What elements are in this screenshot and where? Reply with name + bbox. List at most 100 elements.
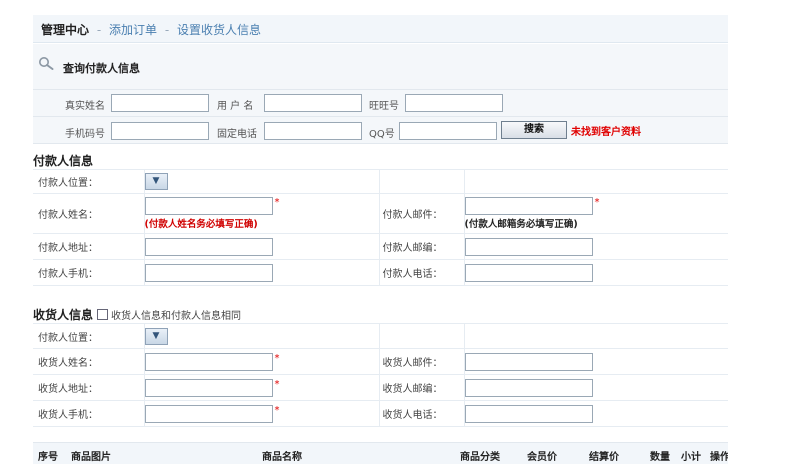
payer-name-input[interactable] (144, 197, 273, 215)
col-index: 序号 (38, 452, 58, 463)
location-select[interactable]: ▼ (144, 173, 168, 190)
receiver-address-input[interactable] (144, 378, 273, 397)
search-button[interactable]: 搜索 (501, 121, 567, 139)
form-row: 收货人姓名： * 收货人邮件： (33, 348, 728, 375)
username-input[interactable] (264, 94, 362, 112)
breadcrumb-separator: - (96, 23, 102, 37)
breadcrumb-home[interactable]: 管理中心 (41, 23, 89, 37)
col-subtotal: 小计 (681, 452, 701, 463)
same-as-payer-checkbox[interactable] (97, 309, 109, 320)
form-cell (379, 169, 465, 194)
receiver-zip-input[interactable] (464, 378, 593, 397)
col-member-price: 会员价 (527, 452, 557, 463)
col-image: 商品图片 (71, 452, 111, 463)
chevron-down-icon: ▼ (152, 176, 160, 186)
payer-phone-cell (464, 259, 728, 286)
chevron-down-icon: ▼ (152, 330, 160, 341)
receiver-zip-cell (464, 374, 728, 401)
search-row-2: 手机码号 固定电话 QQ号 搜索 未找到客户资料 (33, 117, 728, 145)
qq-input[interactable] (399, 122, 497, 140)
payer-mobile-label: 付款人手机： (33, 259, 145, 286)
form-row: 收货人手机： * 收货人电话： (33, 400, 728, 427)
form-cell (464, 169, 728, 194)
required-mark: * (594, 197, 600, 208)
search-row-1: 真实姓名 用 户 名 旺旺号 (33, 89, 728, 117)
breadcrumb-add-order[interactable]: 添加订单 (109, 23, 157, 37)
receiver-phone-cell (464, 400, 728, 427)
receiver-name-cell: * (144, 348, 380, 375)
mobile-input[interactable] (111, 122, 209, 140)
required-mark: * (274, 352, 280, 364)
payer-zip-label: 付款人邮编： (379, 233, 465, 260)
payer-address-cell (144, 233, 380, 260)
col-quantity: 数量 (650, 452, 670, 463)
payer-phone-input[interactable] (464, 263, 593, 282)
same-as-payer-label[interactable]: 收货人信息和付款人信息相同 (111, 311, 241, 322)
payer-mobile-cell (144, 259, 380, 286)
form-row: 付款人位置： ▼ (33, 323, 728, 349)
receiver-phone-label: 收货人电话： (379, 400, 465, 427)
product-table-header: 序号 商品图片 商品名称 商品分类 会员价 结算价 数量 小计 操作 (33, 442, 728, 464)
payer-address-label: 付款人地址： (33, 233, 145, 260)
receiver-address-cell: * (144, 374, 380, 401)
not-found-message: 未找到客户资料 (571, 127, 641, 138)
payer-zip-cell (464, 233, 728, 260)
receiver-email-label: 收货人邮件： (379, 348, 465, 375)
receiver-section-header: 收货人信息 收货人信息和付款人信息相同 (33, 306, 241, 323)
payer-form: 付款人位置： ▼ 付款人姓名： * (付款人姓名务必填写正确) 付款人邮件： *… (33, 169, 728, 286)
breadcrumb-set-receiver[interactable]: 设置收货人信息 (177, 23, 261, 37)
receiver-form: 付款人位置： ▼ 收货人姓名： * 收货人邮件： 收货人地址： * 收货人邮编：… (33, 323, 728, 427)
payer-email-cell: * (付款人邮箱务必填写正确) (464, 193, 728, 234)
phone-input[interactable] (264, 122, 362, 140)
required-mark: * (274, 404, 280, 416)
payer-mobile-input[interactable] (144, 263, 273, 282)
receiver-name-input[interactable] (144, 352, 273, 371)
receiver-section-title: 收货人信息 (33, 308, 94, 322)
real-name-input[interactable] (111, 94, 209, 112)
payer-search-panel: 查询付款人信息 真实姓名 用 户 名 旺旺号 手机码号 固定电话 QQ号 搜索 … (33, 44, 728, 144)
payer-name-hint: (付款人姓名务必填写正确) (144, 219, 258, 230)
payer-name-label: 付款人姓名： (33, 193, 145, 234)
col-name: 商品名称 (262, 452, 302, 463)
payer-email-label: 付款人邮件： (379, 193, 465, 234)
mobile-label: 手机码号 (65, 129, 105, 140)
receiver-address-label: 收货人地址： (33, 374, 145, 401)
payer-address-input[interactable] (144, 237, 273, 256)
payer-location-label: 付款人位置： (33, 169, 145, 194)
form-row: 收货人地址： * 收货人邮编： (33, 374, 728, 401)
payer-section-title: 付款人信息 (33, 154, 94, 168)
receiver-mobile-label: 收货人手机： (33, 400, 145, 427)
payer-email-hint: (付款人邮箱务必填写正确) (464, 219, 578, 230)
payer-location-cell: ▼ (144, 169, 380, 194)
col-action: 操作 (710, 452, 728, 463)
real-name-label: 真实姓名 (65, 101, 105, 112)
col-settle-price: 结算价 (589, 452, 619, 463)
qq-label: QQ号 (369, 129, 395, 140)
form-row: 付款人位置： ▼ (33, 169, 728, 194)
search-title: 查询付款人信息 (63, 62, 140, 75)
receiver-phone-input[interactable] (464, 404, 593, 423)
receiver-name-label: 收货人姓名： (33, 348, 145, 375)
receiver-mobile-cell: * (144, 400, 380, 427)
receiver-email-input[interactable] (464, 352, 593, 371)
wangwang-input[interactable] (405, 94, 503, 112)
receiver-mobile-input[interactable] (144, 404, 273, 423)
receiver-zip-label: 收货人邮编： (379, 374, 465, 401)
form-cell (464, 323, 728, 349)
form-cell (379, 323, 465, 349)
order-receiver-page: 管理中心 - 添加订单 - 设置收货人信息 查询付款人信息 真实姓名 用 户 名… (33, 15, 728, 476)
breadcrumb: 管理中心 - 添加订单 - 设置收货人信息 (33, 15, 728, 43)
location-select[interactable]: ▼ (144, 327, 168, 345)
form-row: 付款人姓名： * (付款人姓名务必填写正确) 付款人邮件： * (付款人邮箱务必… (33, 193, 728, 234)
required-mark: * (274, 378, 280, 390)
wangwang-label: 旺旺号 (369, 101, 399, 112)
payer-phone-label: 付款人电话： (379, 259, 465, 286)
receiver-location-cell: ▼ (144, 323, 380, 349)
breadcrumb-separator: - (164, 23, 170, 37)
payer-zip-input[interactable] (464, 237, 593, 256)
payer-email-input[interactable] (464, 197, 593, 215)
phone-label: 固定电话 (217, 129, 257, 140)
col-category: 商品分类 (460, 452, 500, 463)
payer-name-cell: * (付款人姓名务必填写正确) (144, 193, 380, 234)
form-row: 付款人手机： 付款人电话： (33, 259, 728, 286)
